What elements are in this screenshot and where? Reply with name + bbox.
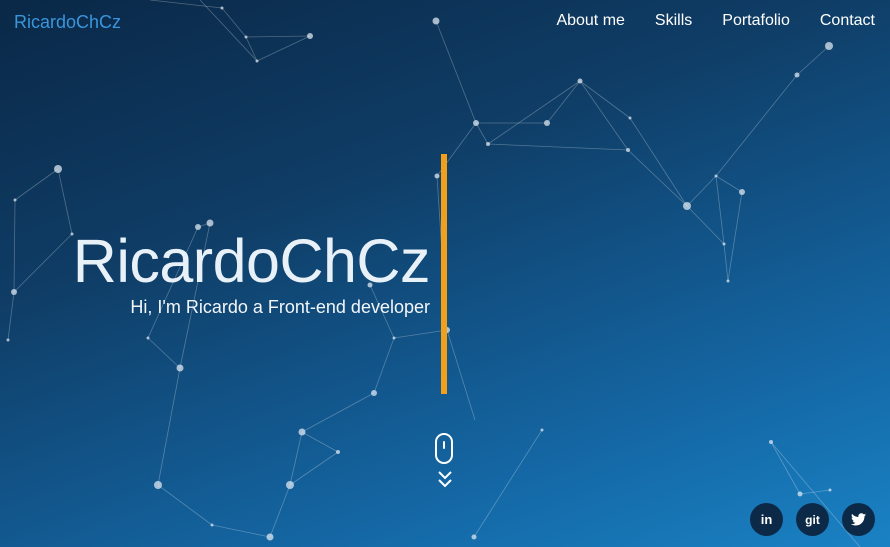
hero-title: RicardoChCz: [72, 227, 431, 295]
nav-about-me[interactable]: About me: [556, 12, 624, 30]
nav-portafolio[interactable]: Portafolio: [722, 12, 790, 30]
hero-subtitle: Hi, I'm Ricardo a Front-end developer: [130, 297, 430, 317]
nav-contact[interactable]: Contact: [820, 12, 875, 30]
nav-skills[interactable]: Skills: [655, 12, 692, 30]
twitter-button[interactable]: [842, 503, 875, 536]
twitter-bird-icon: [851, 513, 866, 526]
linkedin-icon: in: [760, 512, 773, 527]
chevron-down-icon[interactable]: [436, 468, 454, 492]
site-logo[interactable]: RicardoChCz: [14, 12, 121, 33]
mouse-wheel: [443, 441, 445, 449]
accent-bar: [441, 154, 447, 394]
git-button[interactable]: git: [796, 503, 829, 536]
linkedin-button[interactable]: in: [750, 503, 783, 536]
main-nav: About me Skills Portafolio Contact: [556, 12, 875, 30]
mouse-scroll-icon[interactable]: [435, 433, 453, 464]
git-icon: git: [805, 512, 820, 527]
